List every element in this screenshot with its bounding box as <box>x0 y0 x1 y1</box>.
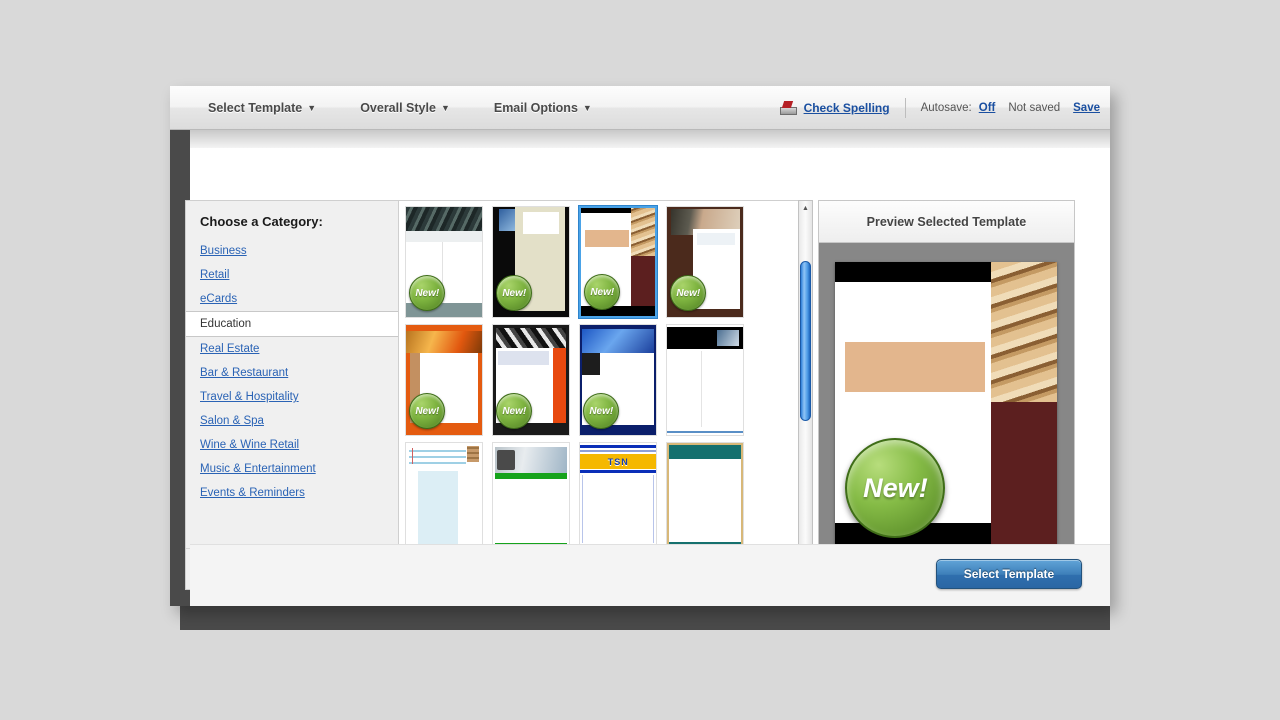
spellcheck-icon <box>779 101 797 115</box>
menu-overall-style-label: Overall Style <box>360 100 436 115</box>
grid-scrollbar[interactable]: ▲ ▼ <box>797 200 813 590</box>
sidebar-item-travel-hospitality[interactable]: Travel & Hospitality <box>186 385 398 409</box>
preview-panel-title: Preview Selected Template <box>818 201 1074 243</box>
select-template-button[interactable]: Select Template <box>936 559 1082 589</box>
sidebar-item-bar-restaurant[interactable]: Bar & Restaurant <box>186 361 398 385</box>
template-thumbnail[interactable]: New! <box>492 324 571 436</box>
top-toolbar: Select Template ▼ Overall Style ▼ Email Op… <box>170 86 1110 130</box>
preview-template-card[interactable]: New! <box>835 262 1058 550</box>
preview-stage: New! <box>818 243 1074 589</box>
toolbar-right-group: Check Spelling Autosave: Off Not saved S… <box>779 86 1100 130</box>
category-sidebar: Choose a Category: Business Retail eCards E… <box>185 200 400 590</box>
sidebar-item-label[interactable]: eCards <box>200 293 237 305</box>
preview-tan-block <box>845 342 986 392</box>
category-list: Business Retail eCards Education Real Estate… <box>186 239 399 505</box>
sidebar-item-events-reminders[interactable]: Events & Reminders <box>186 481 398 505</box>
sidebar-item-salon-spa[interactable]: Salon & Spa <box>186 409 398 433</box>
menu-overall-style[interactable]: Overall Style ▼ <box>352 97 458 119</box>
scrollbar-thumb[interactable] <box>799 261 811 421</box>
sidebar-title: Choose a Category: <box>200 214 323 229</box>
sidebar-item-music-entertainment[interactable]: Music & Entertainment <box>186 457 398 481</box>
sidebar-item-label[interactable]: Business <box>200 245 247 257</box>
menu-select-template-label: Select Template <box>208 100 303 115</box>
preview-maroon-block <box>991 402 1058 550</box>
sidebar-item-label[interactable]: Travel & Hospitality <box>200 391 299 403</box>
template-thumbnail[interactable] <box>666 324 745 436</box>
sidebar-item-wine-wine-retail[interactable]: Wine & Wine Retail <box>186 433 398 457</box>
save-status-text: Not saved <box>1008 102 1061 114</box>
menu-email-options-label: Email Options <box>493 100 578 115</box>
sidebar-item-label[interactable]: Bar & Restaurant <box>200 367 288 379</box>
autosave-toggle[interactable]: Off <box>979 102 996 114</box>
preview-books-image <box>991 262 1058 402</box>
window-drop-shadow-bottom <box>180 606 1110 630</box>
chevron-down-icon: ▼ <box>440 102 450 113</box>
sidebar-item-label[interactable]: Real Estate <box>200 343 259 355</box>
template-thumbnail[interactable]: New! <box>579 324 658 436</box>
application-window: Select Template ▼ Overall Style ▼ Email Op… <box>170 86 1110 606</box>
template-thumbnail[interactable]: New! <box>666 206 745 318</box>
sidebar-item-retail[interactable]: Retail <box>186 263 398 287</box>
content-top-gradient <box>190 130 1110 148</box>
sidebar-item-ecards[interactable]: eCards <box>186 287 398 311</box>
template-thumbnail[interactable] <box>405 442 484 554</box>
sidebar-item-label[interactable]: Wine & Wine Retail <box>200 439 299 451</box>
menu-select-template[interactable]: Select Template ▼ <box>200 97 324 119</box>
template-grid-panel: New! New! New! New! New! New! New! TSN <box>399 200 798 590</box>
toolbar-divider <box>904 98 906 118</box>
sidebar-item-label[interactable]: Salon & Spa <box>200 415 264 427</box>
template-thumbnail[interactable]: TSN <box>579 442 658 554</box>
sidebar-item-business[interactable]: Business <box>186 239 398 263</box>
sidebar-item-label[interactable]: Retail <box>200 269 229 281</box>
preview-new-badge: New! <box>845 438 946 538</box>
template-thumbnail[interactable] <box>666 442 745 554</box>
template-thumbnail[interactable]: New! <box>405 324 484 436</box>
template-grid: New! New! New! New! New! New! New! TSN <box>405 205 787 589</box>
window-body: Choose a Category: Business Retail eCards E… <box>170 130 1110 606</box>
check-spelling-link[interactable]: Check Spelling <box>804 101 890 115</box>
chevron-down-icon: ▼ <box>307 102 317 113</box>
template-thumbnail[interactable]: New! <box>492 206 571 318</box>
template-thumbnail[interactable] <box>492 442 571 554</box>
autosave-label: Autosave: <box>920 102 972 114</box>
footer-bar: Select Template <box>190 544 1110 606</box>
sidebar-item-label[interactable]: Music & Entertainment <box>200 463 316 475</box>
preview-panel: Preview Selected Template New! <box>817 200 1075 590</box>
panels-container: Choose a Category: Business Retail eCards E… <box>185 200 1075 590</box>
sidebar-item-real-estate[interactable]: Real Estate <box>186 337 398 361</box>
chevron-down-icon: ▼ <box>582 102 592 113</box>
template-thumbnail[interactable]: New! <box>578 205 659 319</box>
template-thumbnail[interactable]: New! <box>405 206 484 318</box>
sidebar-item-education[interactable]: Education <box>186 311 399 337</box>
sidebar-item-label: Education <box>200 318 252 330</box>
preview-top-bar <box>835 262 992 282</box>
new-badge: New! <box>584 274 621 310</box>
save-link[interactable]: Save <box>1073 102 1100 114</box>
scroll-up-arrow-icon[interactable]: ▲ <box>799 203 812 214</box>
menu-email-options[interactable]: Email Options ▼ <box>486 97 600 119</box>
sidebar-item-label[interactable]: Events & Reminders <box>200 487 305 499</box>
